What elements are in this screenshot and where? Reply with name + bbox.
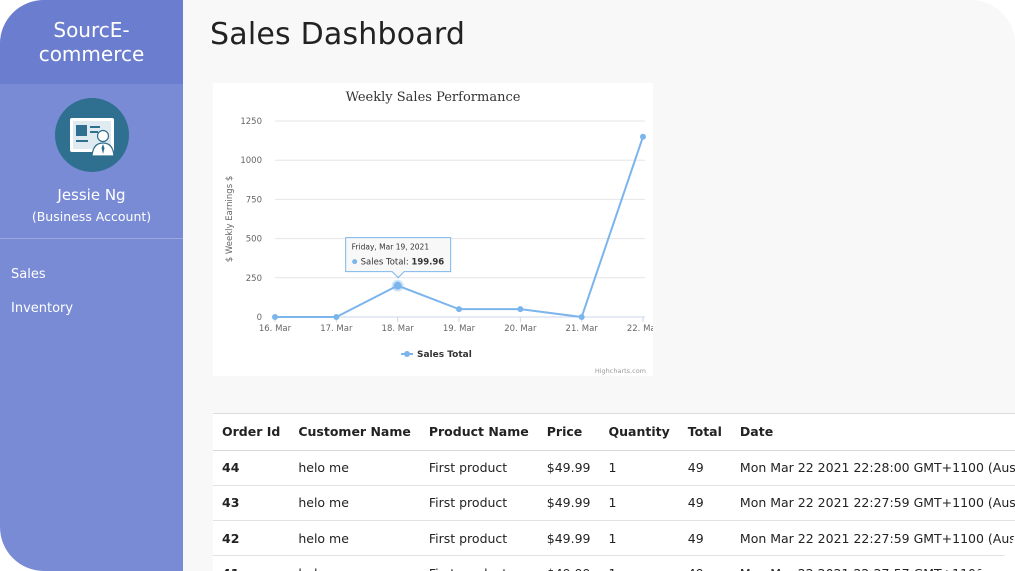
column-header: Customer Name [289,414,420,451]
y-tick-label: 1250 [240,117,262,127]
sidebar-item-sales[interactable]: Sales [0,257,183,291]
y-tick-label: 0 [257,313,262,323]
legend-marker [404,351,410,357]
table-cell: 49 [678,555,731,571]
x-tick-label: 19. Mar [443,324,476,334]
table-cell: 1 [599,555,679,571]
table-cell: First product [419,520,538,557]
data-point [517,306,524,313]
table-cell: First product [419,450,538,486]
sidebar-nav: Sales Inventory [0,239,183,325]
y-axis-label: $ Weekly Earnings $ [225,176,235,263]
series-line [275,136,644,319]
table-cell: 49 [678,450,731,486]
table-row[interactable]: 43 helo me First product $49.99 1 49 Mon Mar 2… [213,485,1015,522]
column-header: Total [678,414,731,451]
column-header: Date [730,414,1015,451]
table-cell: 42 [213,520,290,557]
column-header: Order Id [213,414,290,451]
table-cell: helo me [289,485,420,522]
page-title: Sales Dashboard [210,17,466,52]
hover-point [393,281,402,290]
table-cell: 1 [599,450,679,486]
account-type: (Business Account) [31,209,152,224]
x-tick-label: 18. Mar [382,324,415,334]
brand-logo-text[interactable]: SourcE-commerce [0,0,183,84]
table-cell: helo me [289,555,420,571]
sidebar: SourcE-commerce Jessie Ng (Business Acco… [0,0,183,571]
table-row[interactable]: 42 helo me First product $49.99 1 49 Mon Mar 2… [213,520,1015,557]
data-point [272,314,278,320]
column-header: Product Name [419,414,538,451]
table-cell: 1 [599,520,679,557]
y-tick-label: 250 [246,274,262,284]
chart-credits: Highcharts.com [595,367,646,375]
table-cell: 49 [678,520,731,557]
y-tick-label: 750 [246,195,262,205]
sidebar-item-inventory[interactable]: Inventory [0,291,183,325]
chart-title: Weekly Sales Performance [346,90,521,105]
y-tick-label: 500 [246,235,262,245]
orders-table: Order Id Customer Name Product Name Price Qu… [213,414,1015,571]
column-header: Price [537,414,600,451]
column-header: Quantity [599,414,679,451]
table-cell: Mon Mar 22 2021 22:27:57 GMT+1100 (Austr… [730,555,1015,571]
chart-svg: Weekly Sales Performance 0 250 500 750 1000 12… [225,90,653,375]
x-tick-label: 22. Mar [627,324,653,334]
data-point [640,133,646,140]
table-cell: 44 [213,450,290,486]
user-name: Jessie Ng [57,186,126,204]
data-point [456,306,462,313]
table-cell: Mon Mar 22 2021 22:27:59 GMT+1100 (Austr… [730,520,1015,557]
table-cell: First product [419,555,538,571]
table-cell: $49.99 [537,555,600,571]
x-tick-label: 16. Mar [259,324,292,334]
table-cell: $49.99 [537,485,600,522]
table-row[interactable]: 44 helo me First product $49.99 1 49 Mon Mar 2… [213,450,1015,486]
table-cell: $49.99 [537,450,600,486]
table-header-row: Order Id Customer Name Product Name Price Qu… [213,414,1015,451]
table-cell: First product [419,485,538,522]
app-window: SourcE-commerce Jessie Ng (Business Acco… [0,0,1015,571]
tooltip-marker [352,259,358,265]
tooltip-series: Sales Total: 199.96 [361,258,445,268]
tooltip-header: Friday, Mar 19, 2021 [352,243,430,252]
table-cell: 41 [213,555,290,571]
table-cell: helo me [289,520,420,557]
table-cell: 1 [599,485,679,522]
table-cell: 43 [213,485,290,522]
x-tick-label: 20. Mar [504,324,537,334]
table-cell: 49 [678,485,731,522]
x-tick-label: 21. Mar [566,324,599,334]
table-body: 44 helo me First product $49.99 1 49 Mon Mar 2… [213,450,1015,571]
avatar [54,98,129,172]
table-cell: $49.99 [537,520,600,557]
id-card-user-icon [69,118,115,157]
x-tick-label: 17. Mar [320,324,353,334]
table-cell: Mon Mar 22 2021 22:27:59 GMT+1100 (Austr… [730,485,1015,522]
data-point [578,314,585,320]
user-profile: Jessie Ng (Business Account) [0,84,183,239]
tooltip-value: 199.96 [411,258,444,268]
table-row[interactable]: 41helo meFirst product$49.99149Mon Mar 2… [213,555,1015,571]
sales-chart: Weekly Sales Performance 0 250 500 750 1000 12… [213,83,653,376]
table-cell: Mon Mar 22 2021 22:28:00 GMT+1100 (Austr… [730,450,1015,486]
y-tick-label: 1000 [240,156,262,166]
table-cell: helo me [289,450,420,486]
legend-label: Sales Total [417,350,472,360]
main-content: Sales Dashboard Weekly Sales Performance… [183,0,1015,571]
orders-table-container[interactable]: Order Id Customer Name Product Name Price Qu… [213,413,1015,571]
data-point [333,314,340,320]
